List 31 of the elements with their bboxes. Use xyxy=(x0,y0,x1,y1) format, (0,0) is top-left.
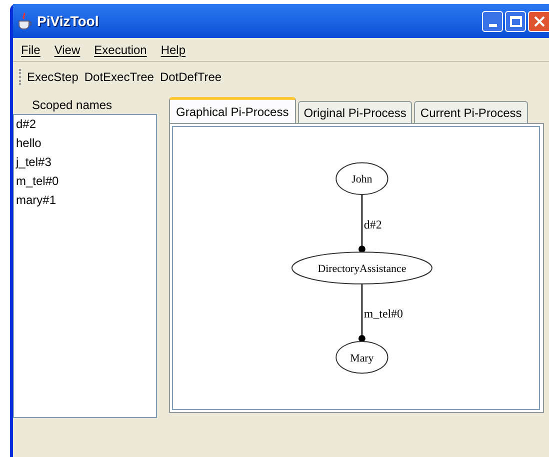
node-label: DirectoryAssistance xyxy=(318,262,406,275)
edge-label: m_tel#0 xyxy=(364,306,403,321)
list-item[interactable]: hello xyxy=(14,134,156,153)
close-icon xyxy=(534,16,544,26)
menu-item[interactable]: View xyxy=(54,40,80,58)
cup-icon xyxy=(17,12,33,30)
maximize-button[interactable] xyxy=(505,10,526,32)
menu-item[interactable]: Help xyxy=(160,40,186,58)
list-item[interactable]: j_tel#3 xyxy=(14,153,156,172)
edge-arrow xyxy=(358,284,366,342)
tab[interactable]: Graphical Pi-Process xyxy=(169,97,296,123)
list-item[interactable]: m_tel#0 xyxy=(14,172,156,191)
node-label: John xyxy=(352,174,372,186)
node-label: Mary xyxy=(350,352,374,364)
node-ellipse xyxy=(336,340,388,374)
minimize-button[interactable] xyxy=(482,10,503,32)
close-button[interactable] xyxy=(528,10,549,32)
tab[interactable]: Current Pi-Process xyxy=(414,101,528,123)
toolbar-button[interactable]: ExecStep xyxy=(27,68,78,86)
edge-label: d#2 xyxy=(364,217,382,232)
list-item[interactable]: d#2 xyxy=(14,115,156,134)
list-item[interactable]: mary#1 xyxy=(14,191,156,210)
panel-title: Scoped names xyxy=(31,97,114,114)
edge-arrow xyxy=(358,194,366,253)
menu-item[interactable]: Execution xyxy=(94,40,147,58)
window-title: PiVizTool xyxy=(37,12,99,30)
toolbar-button[interactable]: DotDefTree xyxy=(160,68,222,86)
tab[interactable]: Original Pi-Process xyxy=(298,101,412,123)
node-ellipse xyxy=(336,162,388,196)
toolbar-button[interactable]: DotExecTree xyxy=(84,68,154,86)
menu-item[interactable]: File xyxy=(21,40,40,58)
